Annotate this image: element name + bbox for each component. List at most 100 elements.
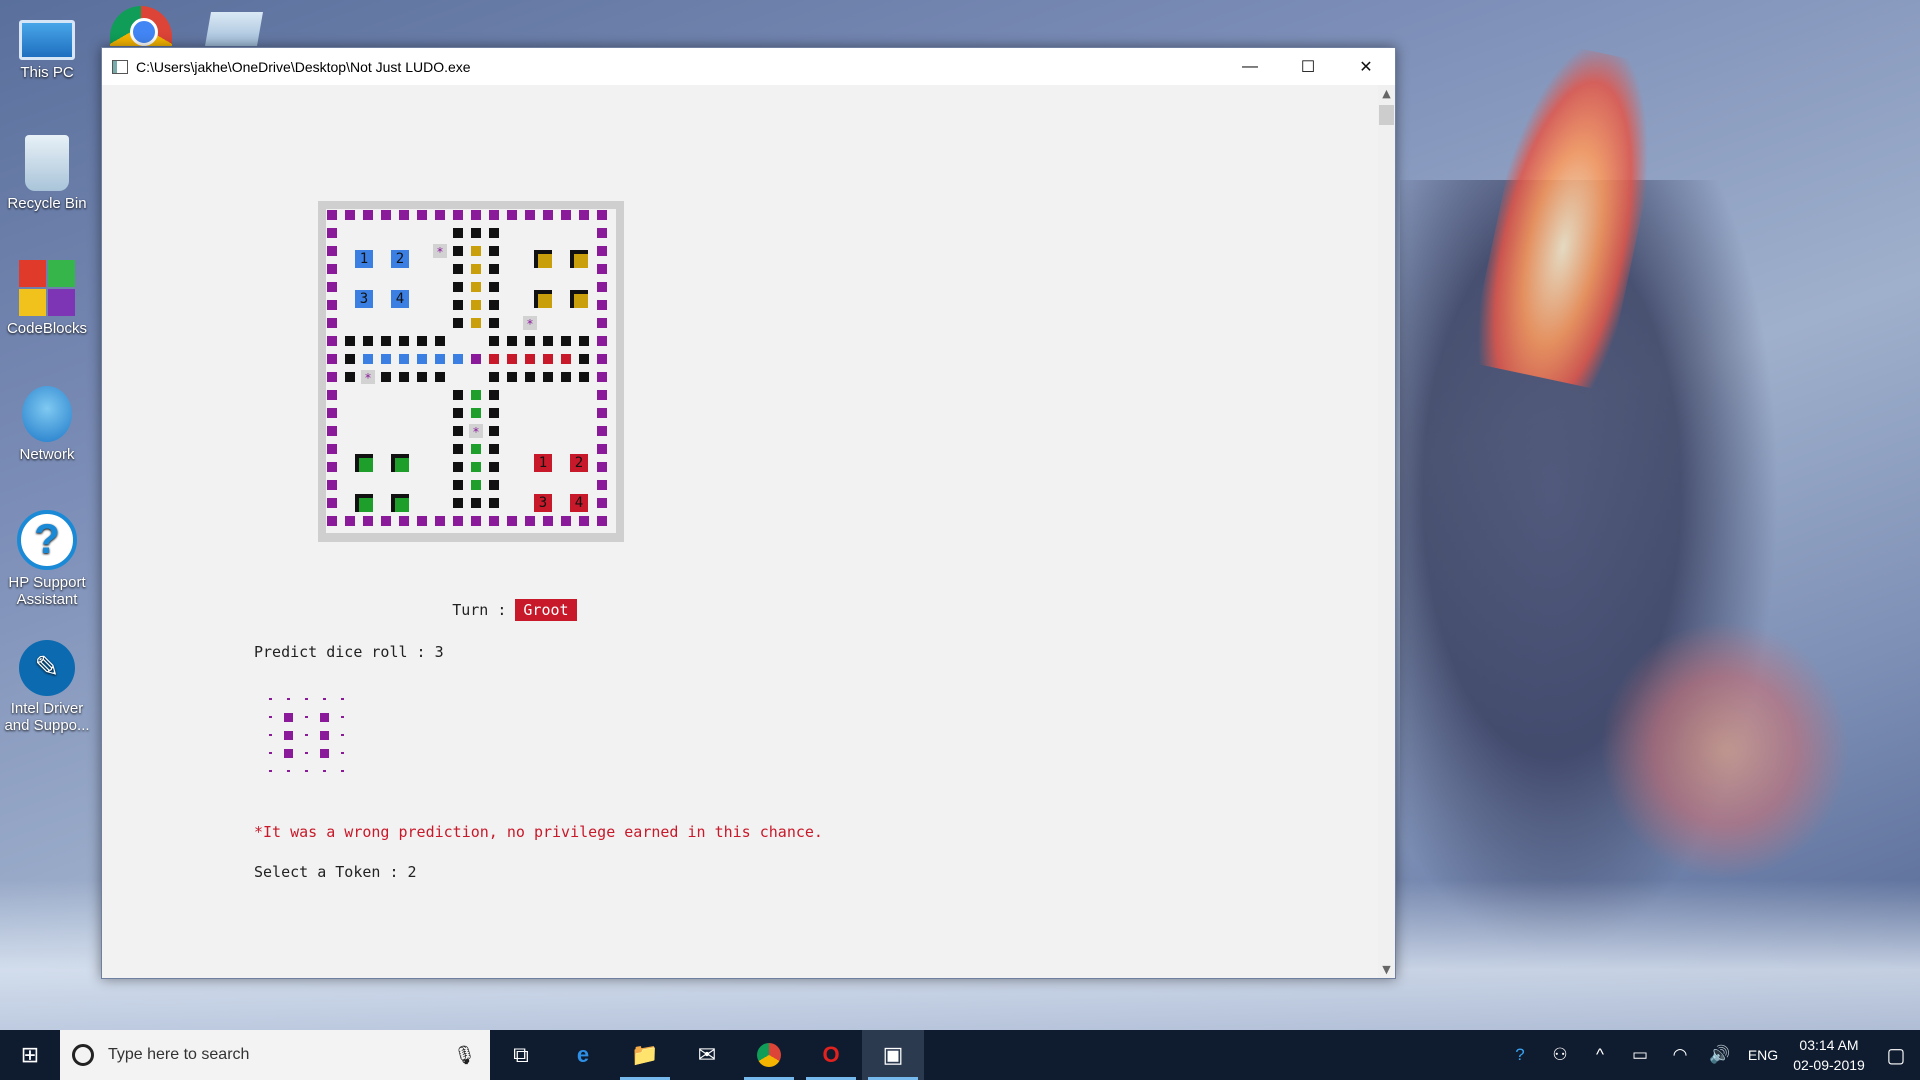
track-cell xyxy=(489,246,499,256)
microphone-icon[interactable]: 🎙 xyxy=(453,1045,476,1066)
desktop-icon-network[interactable]: Network xyxy=(2,386,92,463)
hp-support-tray-icon[interactable]: ? xyxy=(1500,1045,1540,1065)
scroll-down-arrow-icon[interactable]: ▼ xyxy=(1378,961,1395,978)
red-token[interactable]: 4 xyxy=(570,494,588,512)
chrome-desktop-icon[interactable] xyxy=(110,6,172,46)
desktop-icon-codeblocks[interactable]: CodeBlocks xyxy=(2,260,92,337)
track-cell xyxy=(579,372,589,382)
board-border-dot xyxy=(327,282,337,292)
desktop-icon-this-pc[interactable]: This PC xyxy=(2,10,92,81)
red-token[interactable]: 2 xyxy=(570,454,588,472)
windows-start-icon[interactable]: ⊞ xyxy=(0,1030,60,1080)
track-cell xyxy=(399,336,409,346)
board-border-dot xyxy=(597,354,607,364)
board-border-dot xyxy=(327,516,337,526)
board-border-dot xyxy=(597,282,607,292)
desktop-icon-recycle-bin[interactable]: Recycle Bin xyxy=(2,135,92,212)
safe-star: * xyxy=(469,424,483,439)
board-border-dot xyxy=(489,210,499,220)
taskbar-search-box[interactable]: Type here to search 🎙 xyxy=(60,1030,490,1080)
blue-token[interactable]: 1 xyxy=(355,250,373,268)
dice-dot xyxy=(340,716,344,718)
track-cell xyxy=(363,354,373,364)
track-cell xyxy=(471,246,481,256)
chrome-taskbar-icon[interactable] xyxy=(738,1030,800,1080)
board-border-dot xyxy=(471,516,481,526)
board-border-dot xyxy=(471,210,481,220)
recycle-bin-icon xyxy=(25,135,69,191)
blue-token[interactable]: 3 xyxy=(355,290,373,308)
blue-token[interactable]: 2 xyxy=(391,250,409,268)
board-border-dot xyxy=(597,264,607,274)
board-border-dot xyxy=(327,408,337,418)
minimize-button[interactable]: — xyxy=(1221,48,1279,85)
desktop-icon-intel-driver[interactable]: ✎ Intel Driver and Suppo... xyxy=(2,640,92,734)
dice-pip xyxy=(283,712,293,722)
dice-dot xyxy=(340,698,344,700)
desktop-icon-label: This PC xyxy=(20,64,74,81)
yellow-token[interactable] xyxy=(570,250,588,268)
search-placeholder: Type here to search xyxy=(108,1046,250,1063)
red-token[interactable]: 1 xyxy=(534,454,552,472)
opera-browser-icon[interactable]: O xyxy=(800,1030,862,1080)
wifi-icon[interactable]: ◠ xyxy=(1660,1045,1700,1065)
question-mark-icon: ? xyxy=(17,510,77,570)
window-titlebar[interactable]: C:\Users\jakhe\OneDrive\Desktop\Not Just… xyxy=(102,48,1395,85)
board-border-dot xyxy=(417,516,427,526)
track-cell xyxy=(561,372,571,382)
desktop-icon-hp-support[interactable]: ? HP Support Assistant xyxy=(2,510,92,608)
volume-icon[interactable]: 🔊 xyxy=(1700,1045,1740,1065)
track-cell xyxy=(471,444,481,454)
notification-center-icon[interactable]: ▢ xyxy=(1872,1043,1920,1068)
green-token[interactable] xyxy=(355,454,373,472)
board-border-dot xyxy=(327,444,337,454)
track-cell xyxy=(345,336,355,346)
track-cell xyxy=(561,354,571,364)
language-indicator[interactable]: ENG xyxy=(1740,1047,1786,1063)
file-explorer-icon[interactable]: 📁 xyxy=(614,1030,676,1080)
mail-icon[interactable]: ✉ xyxy=(676,1030,738,1080)
maximize-button[interactable]: ☐ xyxy=(1279,48,1337,85)
board-border-dot xyxy=(327,336,337,346)
yellow-token[interactable] xyxy=(570,290,588,308)
board-border-dot xyxy=(507,210,517,220)
board-border-dot xyxy=(597,228,607,238)
green-token[interactable] xyxy=(391,454,409,472)
dice-dot xyxy=(286,770,290,772)
yellow-token[interactable] xyxy=(534,290,552,308)
console-output[interactable]: * * * * 1 2 3 4 1 2 3 4 Turn : Groot Predict dice r… xyxy=(102,85,1379,978)
battery-icon[interactable]: ▭ xyxy=(1620,1045,1660,1065)
scroll-thumb[interactable] xyxy=(1379,105,1394,125)
scroll-up-arrow-icon[interactable]: ▲ xyxy=(1378,85,1395,102)
close-button[interactable]: ✕ xyxy=(1337,48,1395,85)
board-border-dot xyxy=(327,390,337,400)
track-cell xyxy=(471,390,481,400)
board-border-dot xyxy=(363,210,373,220)
green-token[interactable] xyxy=(391,494,409,512)
notepad-desktop-icon[interactable] xyxy=(205,12,263,46)
yellow-token[interactable] xyxy=(534,250,552,268)
dice-pip xyxy=(283,748,293,758)
red-token[interactable]: 3 xyxy=(534,494,552,512)
dice-dot xyxy=(268,770,272,772)
vertical-scrollbar[interactable]: ▲ ▼ xyxy=(1378,85,1395,978)
chevron-up-icon[interactable]: ^ xyxy=(1580,1045,1620,1065)
board-border-dot xyxy=(399,210,409,220)
task-view-icon[interactable]: ⧉ xyxy=(490,1030,552,1080)
track-cell xyxy=(381,372,391,382)
green-token[interactable] xyxy=(355,494,373,512)
track-cell xyxy=(453,444,463,454)
track-cell xyxy=(471,408,481,418)
board-border-dot xyxy=(327,480,337,490)
track-cell xyxy=(453,390,463,400)
people-icon[interactable]: ⚇ xyxy=(1540,1045,1580,1065)
board-border-dot xyxy=(345,516,355,526)
blue-token[interactable]: 4 xyxy=(391,290,409,308)
edge-browser-icon[interactable]: e xyxy=(552,1030,614,1080)
console-app-taskbar-icon[interactable]: ▣ xyxy=(862,1030,924,1080)
taskbar: ⊞ Type here to search 🎙 ⧉ e 📁 ✉ O ▣ ? ⚇ … xyxy=(0,1030,1920,1080)
dice-pip xyxy=(319,712,329,722)
taskbar-clock[interactable]: 03:14 AM 02-09-2019 xyxy=(1786,1035,1872,1075)
clock-date: 02-09-2019 xyxy=(1793,1057,1865,1073)
track-cell xyxy=(417,354,427,364)
